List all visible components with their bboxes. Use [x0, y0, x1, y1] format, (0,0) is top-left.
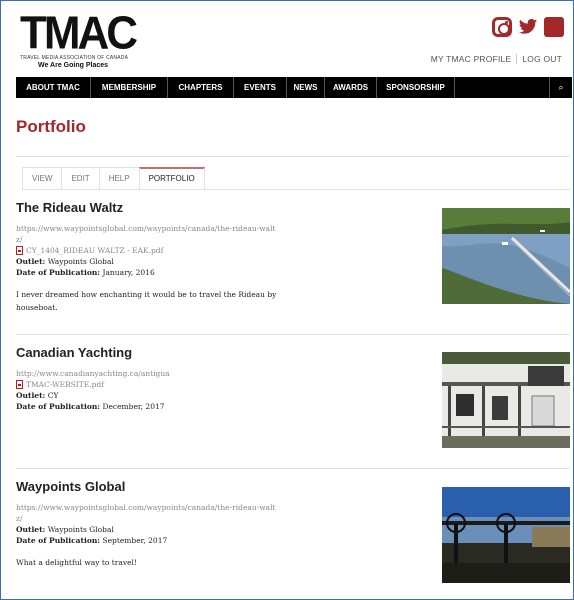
outlet-value: CY — [47, 391, 59, 400]
local-tabs: VIEW EDIT HELP PORTFOLIO — [22, 167, 570, 190]
nav-item-sponsorship[interactable]: SPONSORSHIP — [377, 77, 455, 98]
file-name[interactable]: TMAC-WEBSITE.pdf — [26, 379, 104, 390]
tab-portfolio[interactable]: PORTFOLIO — [138, 167, 205, 189]
entry-description: I never dreamed how enchanting it would … — [16, 290, 277, 312]
nav-item-events[interactable]: EVENTS — [234, 77, 287, 98]
date-value: September, 2017 — [102, 536, 168, 545]
outlet-value: Waypoints Global — [47, 525, 114, 534]
logo-wordmark: TMAC — [20, 7, 138, 60]
outlet-label: Outlet: — [16, 391, 46, 400]
logo-tagline: We Are Going Places — [38, 62, 109, 69]
main-nav: ABOUT TMAC MEMBERSHIP CHAPTERS EVENTS NE… — [16, 77, 572, 98]
nav-item-chapters[interactable]: CHAPTERS — [168, 77, 234, 98]
user-links: MY TMAC PROFILE LOG OUT — [431, 54, 562, 64]
tab-edit[interactable]: EDIT — [61, 167, 100, 189]
entry-url[interactable]: http://www.canadianyachting.ca/antigua — [16, 368, 281, 379]
entry-image[interactable] — [442, 487, 570, 583]
instagram-icon[interactable] — [492, 17, 512, 37]
entry-image[interactable] — [442, 352, 570, 448]
file-name[interactable]: CY_1404_RIDEAU WALTZ - EAK.pdf — [26, 245, 163, 256]
search-icon[interactable]: ⌕ — [549, 77, 572, 98]
my-profile-link[interactable]: MY TMAC PROFILE — [431, 54, 512, 64]
entry-image[interactable] — [442, 208, 570, 304]
tab-view[interactable]: VIEW — [22, 167, 63, 189]
date-label: Date of Publication: — [16, 268, 101, 277]
nav-item-membership[interactable]: MEMBERSHIP — [91, 77, 168, 98]
entry-url[interactable]: https://www.waypointsglobal.com/waypoint… — [16, 502, 281, 524]
nav-item-awards[interactable]: AWARDS — [325, 77, 377, 98]
pdf-icon — [16, 246, 23, 255]
outlet-value: Waypoints Global — [47, 257, 114, 266]
outlet-label: Outlet: — [16, 525, 46, 534]
outlet-label: Outlet: — [16, 257, 46, 266]
date-label: Date of Publication: — [16, 536, 101, 545]
divider — [16, 468, 570, 469]
divider — [16, 156, 570, 157]
divider — [16, 334, 570, 335]
twitter-icon[interactable] — [518, 17, 538, 37]
date-value: December, 2017 — [102, 402, 165, 411]
tmac-logo[interactable]: TMAC TRAVEL MEDIA ASSOCIATION OF CANADA … — [20, 7, 138, 74]
nav-item-news[interactable]: NEWS — [287, 77, 325, 98]
logout-link[interactable]: LOG OUT — [522, 54, 562, 64]
date-label: Date of Publication: — [16, 402, 101, 411]
separator — [516, 54, 518, 64]
pdf-icon — [16, 380, 23, 389]
entry-url[interactable]: https://www.waypointsglobal.com/waypoint… — [16, 223, 281, 245]
entry-description: What a delightful way to travel! — [16, 558, 137, 567]
page-title: Portfolio — [16, 117, 86, 136]
social-links: f — [492, 17, 564, 38]
nav-item-about[interactable]: ABOUT TMAC — [16, 77, 91, 98]
date-value: January, 2016 — [102, 268, 155, 277]
tab-help[interactable]: HELP — [98, 167, 140, 189]
facebook-icon[interactable]: f — [544, 17, 564, 38]
